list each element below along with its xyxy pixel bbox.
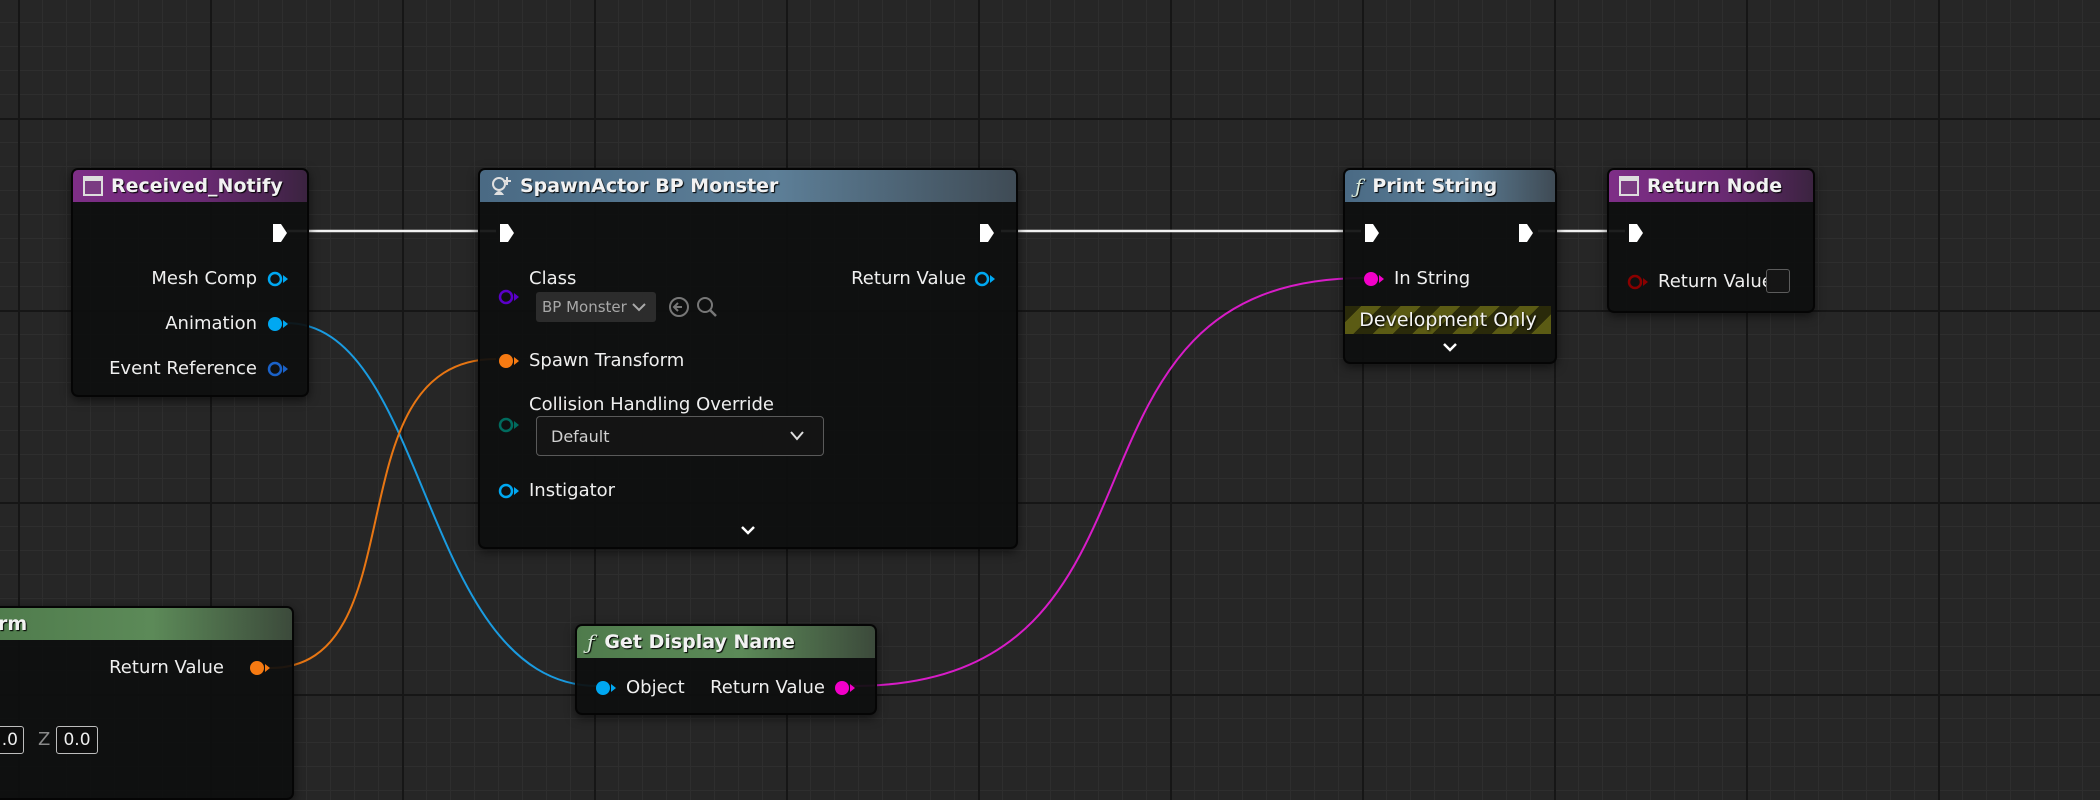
received-notify-title: Received_Notify [111, 175, 283, 197]
exec-in-pin[interactable] [1363, 222, 1381, 244]
return-value-pin[interactable] [834, 679, 856, 697]
return-node-icon [1619, 176, 1639, 196]
make-transform-title: rm [0, 613, 28, 635]
class-select[interactable]: BP Monster [536, 292, 656, 322]
transform-wire[interactable] [269, 358, 497, 669]
expand-chevron-icon[interactable] [1441, 341, 1459, 353]
make-transform-header[interactable]: rm [0, 608, 292, 640]
return-value-label: Return Value [1658, 271, 1773, 292]
function-f-icon: ƒ [1355, 174, 1363, 198]
use-selected-icon[interactable] [668, 296, 690, 318]
event-reference-pin[interactable] [267, 360, 289, 378]
instigator-pin[interactable] [498, 482, 520, 500]
object-pin[interactable] [595, 679, 617, 697]
x-value: .0 [1, 730, 18, 750]
z-value: 0.0 [63, 730, 91, 750]
in-string-label: In String [1394, 268, 1471, 289]
mesh-comp-pin[interactable] [267, 270, 289, 288]
return-value-checkbox[interactable] [1766, 269, 1790, 293]
return-value-label: Return Value [109, 657, 224, 678]
expand-chevron-icon[interactable] [739, 524, 757, 536]
development-only-label: Development Only [1359, 309, 1537, 331]
spawn-actor-icon [492, 177, 511, 195]
object-label: Object [626, 677, 685, 698]
spawn-actor-title: SpawnActor BP Monster [520, 175, 779, 197]
class-select-value: BP Monster [542, 298, 627, 316]
exec-in-pin[interactable] [498, 222, 516, 244]
return-node-header[interactable]: Return Node [1609, 170, 1813, 202]
exec-out-pin[interactable] [978, 222, 996, 244]
animation-label: Animation [165, 313, 257, 334]
collision-select[interactable]: Default [536, 416, 824, 456]
return-value-pin[interactable] [249, 659, 271, 677]
spawn-actor-header[interactable]: SpawnActor BP Monster [480, 170, 1016, 202]
spawn-actor-node[interactable]: SpawnActor BP Monster Class BP Monster R… [478, 168, 1018, 549]
collision-select-value: Default [551, 426, 610, 446]
get-display-name-node[interactable]: ƒ Get Display Name Object Return Value [575, 624, 877, 715]
received-notify-node[interactable]: Received_Notify Mesh Comp Animation Even… [71, 168, 309, 397]
mesh-comp-label: Mesh Comp [151, 268, 257, 289]
return-node[interactable]: Return Node Return Value [1607, 168, 1815, 313]
make-transform-node[interactable]: rm Return Value .0 Z 0.0 [0, 606, 294, 800]
return-value-label: Return Value [851, 268, 966, 289]
get-display-name-title: Get Display Name [604, 631, 795, 653]
class-label: Class [529, 268, 577, 289]
exec-out-pin[interactable] [1517, 222, 1535, 244]
spawn-transform-label: Spawn Transform [529, 350, 685, 371]
z-axis-label: Z [38, 729, 51, 750]
chevron-down-icon [790, 431, 804, 441]
instigator-label: Instigator [529, 480, 616, 501]
wire-layer [269, 229, 1625, 687]
return-value-pin[interactable] [1627, 273, 1649, 291]
in-string-pin[interactable] [1363, 270, 1385, 288]
return-value-label: Return Value [710, 677, 825, 698]
print-string-title: Print String [1372, 175, 1498, 197]
collision-pin[interactable] [498, 416, 520, 434]
function-f-icon: ƒ [587, 630, 595, 654]
x-value-field[interactable]: .0 [0, 726, 24, 754]
exec-in-pin[interactable] [1627, 222, 1645, 244]
return-value-pin[interactable] [974, 270, 996, 288]
get-display-name-header[interactable]: ƒ Get Display Name [577, 626, 875, 658]
development-only-banner: Development Only [1345, 306, 1551, 334]
animation-pin[interactable] [267, 315, 289, 333]
spawn-transform-pin[interactable] [498, 352, 520, 370]
return-node-title: Return Node [1647, 175, 1783, 197]
print-string-node[interactable]: ƒ Print String In String Development Onl… [1343, 168, 1557, 364]
z-value-field[interactable]: 0.0 [56, 726, 98, 754]
event-node-icon [83, 176, 103, 196]
event-reference-label: Event Reference [109, 358, 257, 379]
print-string-header[interactable]: ƒ Print String [1345, 170, 1555, 202]
received-notify-header[interactable]: Received_Notify [73, 170, 307, 202]
chevron-down-icon [632, 303, 646, 312]
browse-search-icon[interactable] [696, 296, 718, 318]
collision-label: Collision Handling Override [529, 394, 774, 415]
exec-out-pin[interactable] [271, 222, 289, 244]
class-pin[interactable] [498, 288, 520, 306]
